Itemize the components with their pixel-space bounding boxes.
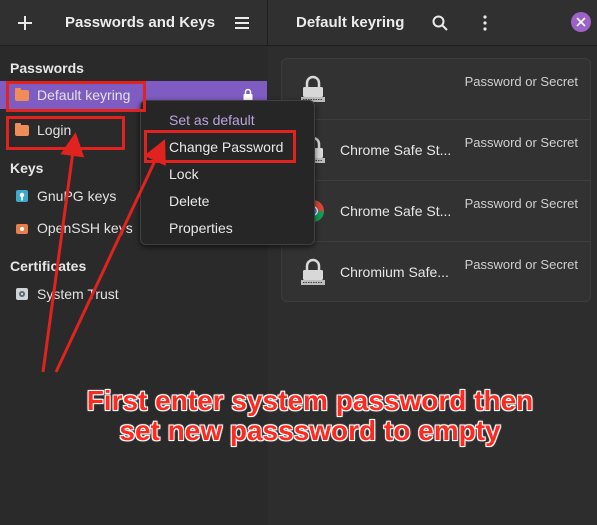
arrow-to-change-password [54,139,166,373]
arrow-to-login [41,132,85,373]
annotation-text-line2: set new passsword to empty [119,415,501,446]
annotation-text-line1: First enter system password then [86,385,534,416]
